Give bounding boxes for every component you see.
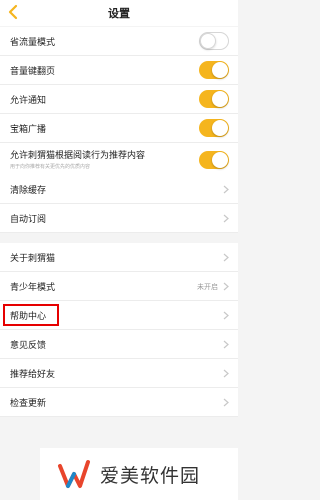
setting-row-check-update[interactable]: 检查更新 xyxy=(0,388,238,417)
setting-row-volume-page: 音量键翻页 xyxy=(0,56,238,85)
setting-label: 允许刺猬猫根据阅读行为推荐内容 xyxy=(10,151,146,161)
setting-row-feedback[interactable]: 意见反馈 xyxy=(0,330,238,359)
chevron-right-icon xyxy=(223,214,229,223)
setting-row-teen-mode[interactable]: 青少年模式 未开启 xyxy=(0,272,238,301)
setting-label: 青少年模式 xyxy=(10,283,56,293)
chevron-right-icon xyxy=(223,282,229,291)
setting-row-about[interactable]: 关于刺猬猫 xyxy=(0,243,238,272)
chevron-right-icon xyxy=(223,340,229,349)
volume-page-toggle[interactable] xyxy=(199,61,229,79)
notifications-toggle[interactable] xyxy=(199,90,229,108)
watermark-text: 爱美软件园 xyxy=(100,465,201,487)
setting-label: 推荐给好友 xyxy=(10,370,56,380)
setting-label: 宝箱广播 xyxy=(10,125,47,135)
setting-label: 检查更新 xyxy=(10,399,47,409)
chevron-right-icon xyxy=(223,398,229,407)
setting-label: 帮助中心 xyxy=(10,312,47,322)
data-saver-toggle[interactable] xyxy=(199,32,229,50)
recommend-toggle[interactable] xyxy=(199,151,229,169)
watermark: 爱美软件园 xyxy=(40,448,238,500)
setting-row-clear-cache[interactable]: 清除缓存 xyxy=(0,175,238,204)
teen-mode-status: 未开启 xyxy=(197,283,218,291)
setting-row-recommend-friend[interactable]: 推荐给好友 xyxy=(0,359,238,388)
nav-bar: 设置 xyxy=(0,0,238,26)
setting-row-chest-broadcast: 宝箱广播 xyxy=(0,114,238,143)
chevron-right-icon xyxy=(223,311,229,320)
setting-row-auto-subscribe[interactable]: 自动订阅 xyxy=(0,204,238,233)
chevron-right-icon xyxy=(223,253,229,262)
setting-label: 音量键翻页 xyxy=(10,67,56,77)
setting-label: 意见反馈 xyxy=(10,341,47,351)
about-group: 关于刺猬猫 青少年模式 未开启 帮助中心 意见反馈 推荐给好友 检查更新 xyxy=(0,243,238,417)
setting-sublabel: 用于向你推荐有关更优先的优质内容 xyxy=(10,164,91,170)
setting-label: 关于刺猬猫 xyxy=(10,254,56,264)
setting-row-data-saver: 省流量模式 xyxy=(0,27,238,56)
setting-row-help-center[interactable]: 帮助中心 xyxy=(0,301,238,330)
setting-row-notifications: 允许通知 xyxy=(0,85,238,114)
toggle-group: 省流量模式 音量键翻页 允许通知 宝箱广播 允许刺猬猫根据阅读行为推荐内容 用于… xyxy=(0,27,238,177)
setting-label: 自动订阅 xyxy=(10,215,47,225)
page-title: 设置 xyxy=(108,7,130,20)
cache-group: 清除缓存 自动订阅 xyxy=(0,175,238,233)
chevron-right-icon xyxy=(223,185,229,194)
setting-row-recommend: 允许刺猬猫根据阅读行为推荐内容 用于向你推荐有关更优先的优质内容 xyxy=(0,143,238,177)
watermark-logo-icon xyxy=(58,460,90,488)
setting-label: 允许通知 xyxy=(10,96,47,106)
setting-label: 清除缓存 xyxy=(10,186,47,196)
setting-label: 省流量模式 xyxy=(10,38,56,48)
chevron-right-icon xyxy=(223,369,229,378)
chest-broadcast-toggle[interactable] xyxy=(199,119,229,137)
